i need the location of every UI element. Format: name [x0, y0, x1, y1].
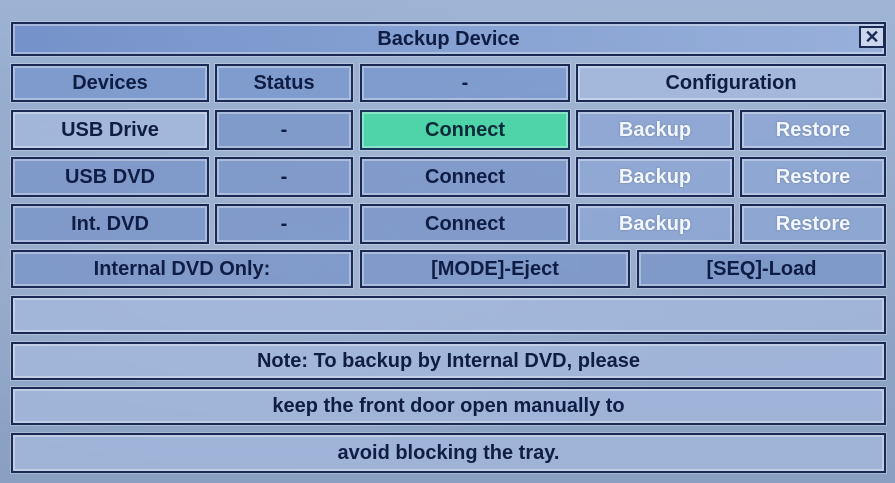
connect-button-usb-drive[interactable]: Connect	[360, 110, 570, 150]
backup-button-usb-dvd[interactable]: Backup	[576, 157, 734, 197]
close-icon[interactable]: ✕	[859, 26, 885, 48]
backup-button-usb-drive[interactable]: Backup	[576, 110, 734, 150]
load-button[interactable]: [SEQ]-Load	[637, 250, 886, 288]
header-dash: -	[360, 64, 570, 102]
header-status: Status	[215, 64, 353, 102]
restore-button-usb-dvd[interactable]: Restore	[740, 157, 886, 197]
header-configuration: Configuration	[576, 64, 886, 102]
note-line-1: Note: To backup by Internal DVD, please	[11, 342, 886, 380]
backup-button-int-dvd[interactable]: Backup	[576, 204, 734, 244]
restore-button-usb-drive[interactable]: Restore	[740, 110, 886, 150]
device-int-dvd: Int. DVD	[11, 204, 209, 244]
note-line-2: keep the front door open manually to	[11, 387, 886, 425]
backup-device-dialog: Backup Device ✕ Devices Status - Configu…	[0, 0, 895, 483]
device-usb-drive: USB Drive	[11, 110, 209, 150]
status-usb-dvd: -	[215, 157, 353, 197]
connect-button-usb-dvd[interactable]: Connect	[360, 157, 570, 197]
eject-button[interactable]: [MODE]-Eject	[360, 250, 630, 288]
status-int-dvd: -	[215, 204, 353, 244]
status-usb-drive: -	[215, 110, 353, 150]
internal-dvd-only-label: Internal DVD Only:	[11, 250, 353, 288]
header-devices: Devices	[11, 64, 209, 102]
restore-button-int-dvd[interactable]: Restore	[740, 204, 886, 244]
device-usb-dvd: USB DVD	[11, 157, 209, 197]
message-bar	[11, 296, 886, 334]
note-line-3: avoid blocking the tray.	[11, 433, 886, 473]
connect-button-int-dvd[interactable]: Connect	[360, 204, 570, 244]
dialog-title: Backup Device	[11, 22, 886, 56]
